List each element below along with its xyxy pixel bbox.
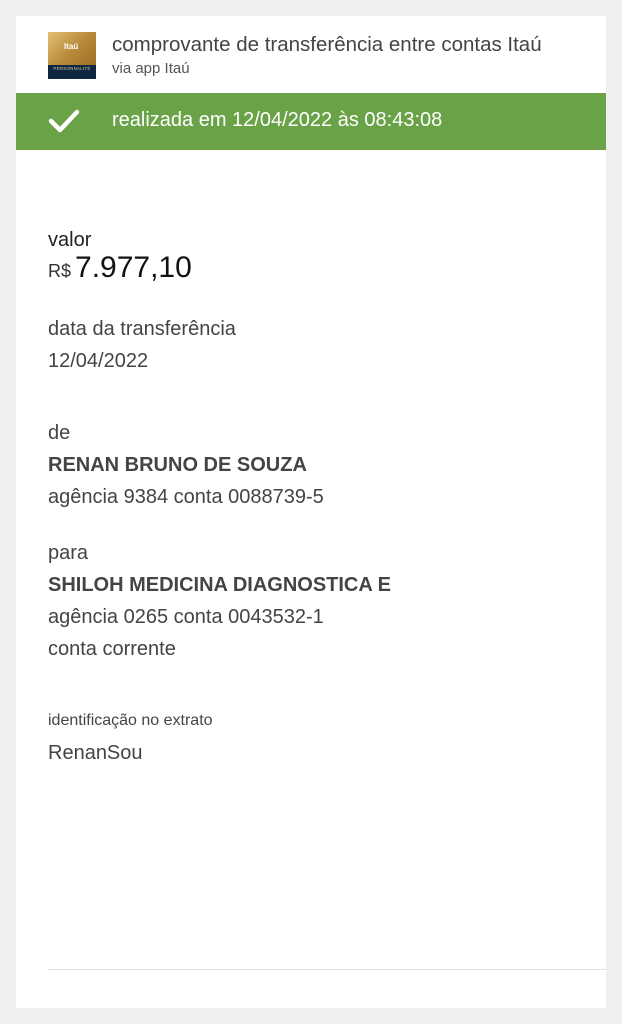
receipt-title: comprovante de transferência entre conta… bbox=[112, 33, 542, 56]
check-icon bbox=[48, 109, 80, 133]
to-name: SHILOH MEDICINA DIAGNOSTICA E bbox=[48, 574, 391, 596]
from-label: de bbox=[48, 422, 71, 444]
transfer-date-value: 12/04/2022 bbox=[48, 350, 149, 372]
to-account: agência 0265 conta 0043532-1 bbox=[48, 606, 324, 628]
statement-id-label: identificação no extrato bbox=[48, 712, 213, 729]
amount-number: 7.977,10 bbox=[75, 251, 192, 284]
status-banner: realizada em 12/04/2022 às 08:43:08 bbox=[16, 93, 606, 150]
from-name: RENAN BRUNO DE SOUZA bbox=[48, 454, 307, 476]
logo-sub-text: PERSONNALITÉ bbox=[53, 66, 91, 71]
transfer-date-label: data da transferência bbox=[48, 318, 236, 340]
receipt-card: Itaú PERSONNALITÉ comprovante de transfe… bbox=[16, 16, 606, 1008]
statement-id-value: RenanSou bbox=[48, 742, 143, 764]
bottom-divider bbox=[48, 969, 606, 970]
from-account: agência 9384 conta 0088739-5 bbox=[48, 486, 324, 508]
amount-value: R$ 7.977,10 bbox=[48, 251, 192, 285]
itau-personnalite-logo: Itaú PERSONNALITÉ bbox=[48, 32, 96, 79]
receipt-header: Itaú PERSONNALITÉ comprovante de transfe… bbox=[16, 16, 606, 93]
currency-symbol: R$ bbox=[48, 261, 72, 281]
amount-label: valor bbox=[48, 229, 92, 251]
status-text: realizada em 12/04/2022 às 08:43:08 bbox=[112, 109, 443, 131]
logo-brand-text: Itaú bbox=[64, 42, 79, 51]
to-account-type: conta corrente bbox=[48, 638, 176, 660]
to-label: para bbox=[48, 542, 89, 564]
receipt-subtitle: via app Itaú bbox=[112, 60, 190, 77]
